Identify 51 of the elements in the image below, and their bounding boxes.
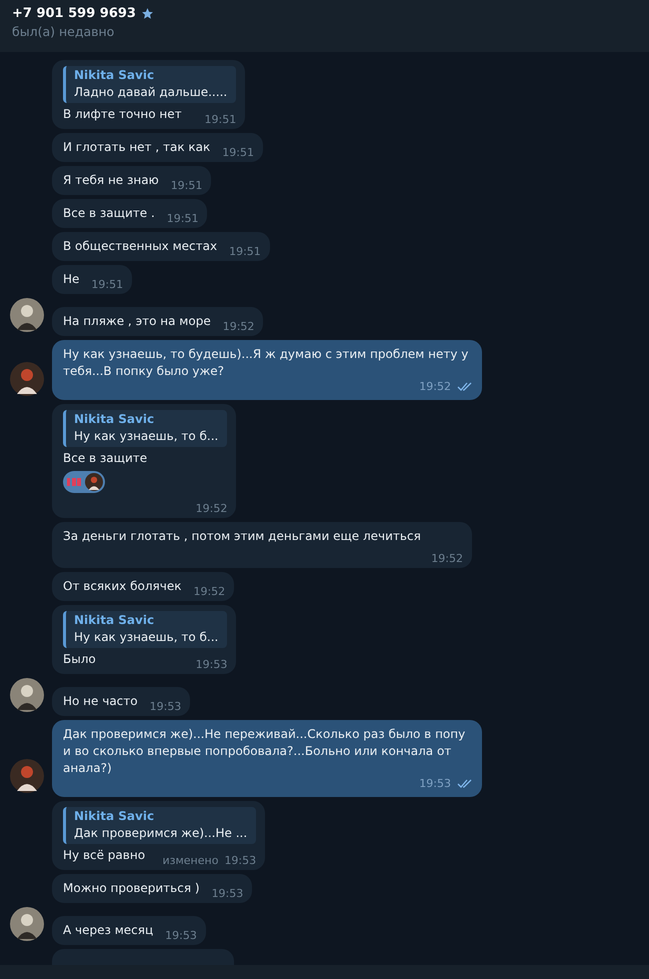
message-time: 19:53 (196, 657, 228, 673)
reply-quote[interactable]: Nikita Savic Ну как узнаешь, то б... (63, 410, 228, 447)
message-time: 19:52 (419, 379, 451, 395)
message-text: Все в защите . (63, 206, 155, 220)
reply-quote[interactable]: Nikita Savic Ну как узнаешь, то б... (63, 611, 228, 648)
message-text: В лифте точно нет (63, 107, 182, 121)
reply-author: Nikita Savic (74, 808, 156, 825)
message-text: Ну всё равно (63, 848, 146, 862)
reply-text: Ладно давай дальше..... (74, 84, 228, 101)
reply-author: Nikita Savic (74, 67, 156, 84)
message-text: Я тебя не знаю (63, 173, 159, 187)
message-text: Можно провериться ) (63, 881, 200, 895)
contact-title: +7 901 599 9693 (12, 6, 136, 21)
message-text: Не (63, 272, 80, 286)
message-time: 19:52 (196, 501, 228, 517)
last-seen-status: был(а) недавно (12, 24, 116, 39)
message-time: 19:51 (204, 112, 236, 128)
message-time: 19:51 (91, 277, 124, 293)
message-text: Было (63, 652, 96, 666)
reply-quote[interactable]: Nikita Savic Ладно давай дальше..... (63, 66, 236, 103)
message-time: 19:53 (165, 928, 197, 944)
message-time: 19:52 (222, 319, 254, 335)
reply-text: Ну как узнаешь, то б... (74, 428, 218, 445)
message-time: 19:51 (166, 211, 198, 227)
message-text: Ну как узнаешь, то будешь)...Я ж думаю с этим проблем нету у тебя...В попку было уже? (63, 346, 470, 380)
avatar (85, 473, 103, 491)
message-text: Дак проверимся же)...Не переживай...Сколько раз было в попу и во сколько впервые попробовала?...Больно или кончала от анала?) (63, 726, 466, 777)
message-time: 19:51 (229, 244, 261, 260)
edited-label: изменено (162, 853, 218, 869)
message-time: 19:53 (419, 776, 451, 792)
reaction-chip[interactable] (63, 471, 105, 493)
message-time: 19:53 (224, 853, 256, 869)
message-text: И глотать нет , так как (63, 140, 210, 154)
message-text: В общественных местах (63, 239, 218, 253)
message-time: 19:51 (170, 178, 202, 194)
reply-text: Дак проверимся же)...Не ... (74, 825, 248, 842)
reply-text: Ну как узнаешь, то б... (74, 629, 218, 646)
message-time: 19:53 (212, 886, 244, 902)
message-text: На пляже , это на море (63, 314, 211, 328)
message-time: 19:51 (222, 145, 254, 161)
reply-author: Nikita Savic (74, 612, 156, 629)
message-time: 19:52 (193, 584, 226, 600)
message-text: А через месяц (63, 923, 154, 937)
reply-author: Nikita Savic (74, 411, 156, 428)
message-text: Но не часто (63, 694, 138, 708)
message-time: 19:53 (150, 699, 182, 715)
message-text: Все в защите (63, 451, 148, 465)
message-text: За деньги глотать , потом этим деньгами еще лечиться (63, 529, 421, 543)
reply-quote[interactable]: Nikita Savic Дак проверимся же)...Не ... (63, 807, 256, 844)
message-text: От всяких болячек (63, 579, 182, 593)
message-time: 19:52 (431, 551, 463, 567)
